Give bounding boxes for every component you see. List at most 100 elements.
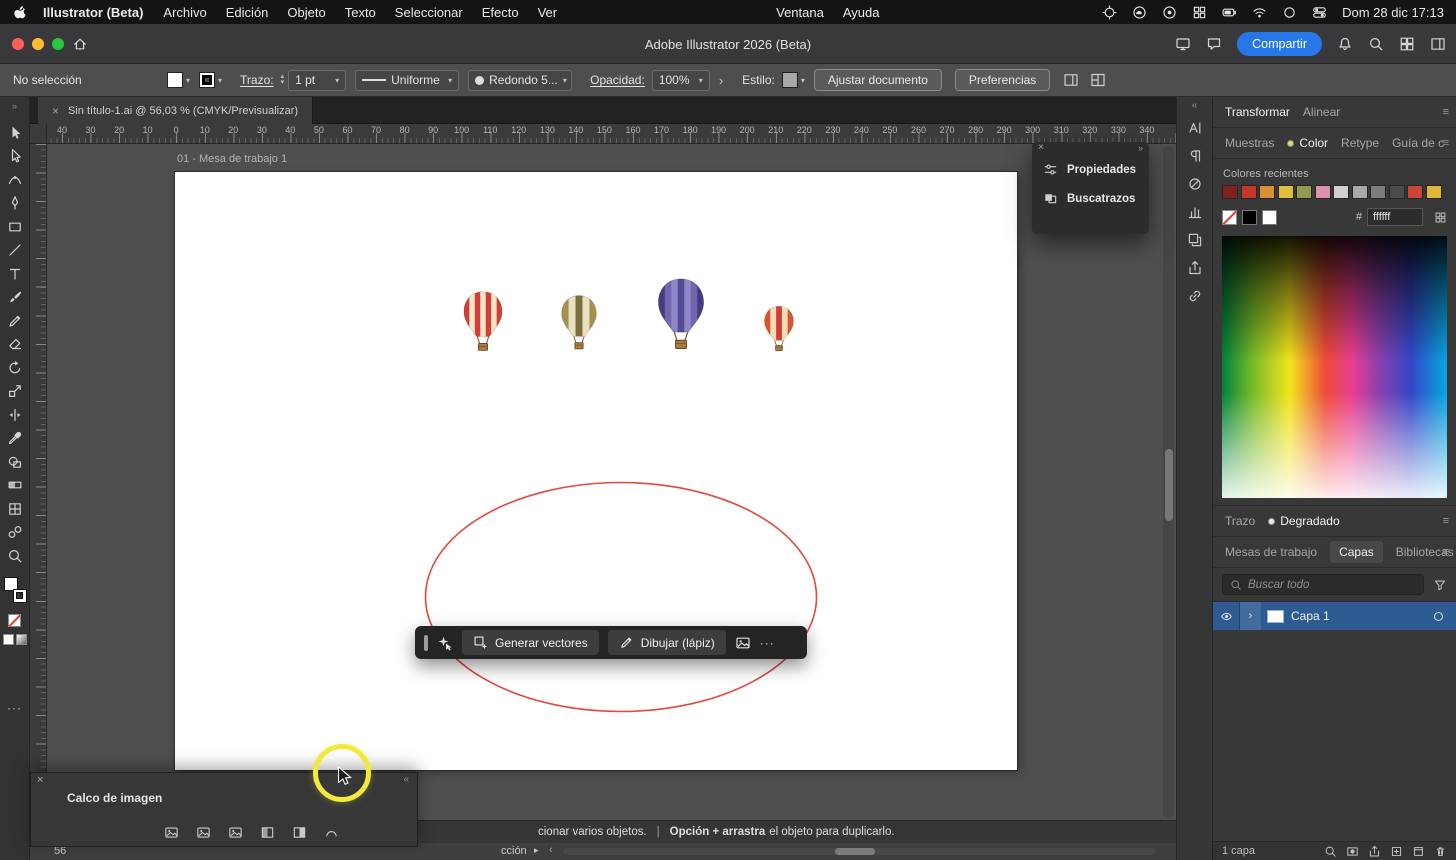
tab-transformar[interactable]: Transformar xyxy=(1225,105,1290,119)
links-panel-icon[interactable] xyxy=(1187,282,1203,310)
width-tool[interactable] xyxy=(2,403,28,427)
tab-alinear[interactable]: Alinear xyxy=(1303,105,1340,119)
color-swatch[interactable] xyxy=(1259,185,1275,199)
comments-icon[interactable] xyxy=(1206,36,1222,52)
artboards-panel-icon[interactable] xyxy=(1187,226,1203,254)
color-spectrum[interactable] xyxy=(1222,236,1447,498)
apple-menu-icon[interactable] xyxy=(12,5,27,20)
tab-degradado[interactable]: Degradado xyxy=(1268,514,1339,528)
asset-export-panel-icon[interactable] xyxy=(1187,254,1203,282)
opacity-options-chevron[interactable]: › xyxy=(719,73,723,88)
appearance-panel-icon[interactable] xyxy=(1187,170,1203,198)
fit-document-button[interactable]: Ajustar documento xyxy=(814,69,942,91)
paintbrush-tool[interactable] xyxy=(2,286,28,310)
color-swatch[interactable] xyxy=(1241,185,1257,199)
horizontal-ruler[interactable]: 4030201001020304050607080901001101201301… xyxy=(30,124,1176,144)
control-center-icon[interactable] xyxy=(1312,5,1327,20)
graphic-style-control[interactable]: ▾ xyxy=(782,72,805,88)
menubar-item-ventana[interactable]: Ventana xyxy=(776,5,824,20)
color-swatch[interactable] xyxy=(1333,185,1349,199)
color-swatch[interactable] xyxy=(1278,185,1294,199)
red-ellipse-path[interactable] xyxy=(424,481,818,713)
stroke-weight-field[interactable]: 1 pt▾ xyxy=(288,70,346,91)
rotate-tool[interactable] xyxy=(2,356,28,380)
home-icon[interactable] xyxy=(72,36,88,52)
device-preview-icon[interactable] xyxy=(1175,36,1191,52)
tab-trazo[interactable]: Trazo xyxy=(1225,514,1255,528)
play-icon[interactable]: ▸ xyxy=(534,845,539,856)
taskbar-more-icon[interactable]: ··· xyxy=(760,636,775,650)
spotlight-icon[interactable] xyxy=(1282,5,1297,20)
fill-stroke-indicator[interactable] xyxy=(3,577,27,603)
pen-tool[interactable] xyxy=(2,192,28,216)
graph-panel-icon[interactable] xyxy=(1187,198,1203,226)
window-zoom-button[interactable] xyxy=(52,38,64,50)
vertical-scroll-thumb[interactable] xyxy=(1165,449,1173,521)
generate-vectors-button[interactable]: Generar vectores xyxy=(462,630,599,655)
horizontal-scrollbar[interactable] xyxy=(563,848,1155,855)
color-swatch[interactable] xyxy=(1222,185,1238,199)
white-swatch[interactable] xyxy=(1262,210,1277,225)
trace-preset-high-color-icon[interactable] xyxy=(191,823,215,842)
close-icon[interactable]: × xyxy=(37,774,43,786)
hot-air-balloon[interactable] xyxy=(557,294,601,354)
rectangle-tool[interactable] xyxy=(2,215,28,239)
window-grid-icon[interactable] xyxy=(1192,5,1207,20)
artboard-label[interactable]: 01 - Mesa de trabajo 1 xyxy=(177,153,287,165)
canvas[interactable]: 01 - Mesa de trabajo 1 Generar vectores … xyxy=(30,144,1176,820)
hot-air-balloon[interactable] xyxy=(761,305,797,355)
window-minimize-button[interactable] xyxy=(32,38,44,50)
color-swatch[interactable] xyxy=(1389,185,1405,199)
opacity-label[interactable]: Opacidad: xyxy=(590,73,645,87)
layer-row[interactable]: ›Capa 1 xyxy=(1213,602,1456,630)
fill-swatch[interactable] xyxy=(167,72,183,88)
make-mask-icon[interactable] xyxy=(1346,845,1359,858)
trace-preset-grayscale-icon[interactable] xyxy=(255,823,279,842)
fill-color-control[interactable]: ▾ xyxy=(167,72,190,88)
style-swatch[interactable] xyxy=(782,72,798,88)
visibility-eye-icon[interactable] xyxy=(1213,602,1240,630)
menubar-item-archivo[interactable]: Archivo xyxy=(163,5,206,20)
menubar-item-efecto[interactable]: Efecto xyxy=(482,5,519,20)
type-tool[interactable] xyxy=(2,262,28,286)
none-swatch[interactable] xyxy=(8,614,21,627)
floating-panel-item-buscatrazos[interactable]: Buscatrazos xyxy=(1032,184,1149,213)
black-swatch[interactable] xyxy=(1242,210,1257,225)
floating-panel-item-propiedades[interactable]: Propiedades xyxy=(1032,155,1149,184)
trace-preset-outline-icon[interactable] xyxy=(319,823,343,842)
panel-menu-icon[interactable]: ≡ xyxy=(1443,515,1449,527)
eyedropper-tool[interactable] xyxy=(2,427,28,451)
close-icon[interactable]: × xyxy=(1038,143,1044,153)
menubar-item-objeto[interactable]: Objeto xyxy=(287,5,325,20)
panel-menu-icon[interactable]: ≡ xyxy=(1443,137,1449,149)
line-segment-tool[interactable] xyxy=(2,239,28,263)
rail-expand-chevrons[interactable]: « xyxy=(1192,97,1198,114)
keyboard-brightness-icon[interactable] xyxy=(1102,5,1117,20)
tab-color[interactable]: Color xyxy=(1287,136,1328,150)
ai-select-icon[interactable] xyxy=(437,635,453,651)
gradient-mode-swatch[interactable] xyxy=(16,634,27,645)
trace-preset-black-white-icon[interactable] xyxy=(287,823,311,842)
shape-builder-tool[interactable] xyxy=(2,450,28,474)
tab-mesas-de-trabajo[interactable]: Mesas de trabajo xyxy=(1225,545,1317,559)
battery-icon[interactable] xyxy=(1222,5,1237,20)
document-tab[interactable]: × Sin título-1.ai @ 56,03 % (CMYK/Previs… xyxy=(38,97,313,124)
panel-menu-icon[interactable]: ≡ xyxy=(1443,546,1449,558)
panel-menu-icon[interactable]: ≡ xyxy=(1443,106,1449,118)
character-panel-icon[interactable] xyxy=(1187,114,1203,142)
locate-object-icon[interactable] xyxy=(1324,845,1337,858)
zoom-tool[interactable] xyxy=(2,544,28,568)
gradient-tool[interactable] xyxy=(2,474,28,498)
window-close-button[interactable] xyxy=(12,38,24,50)
workspace-switcher-icon[interactable] xyxy=(1063,72,1079,88)
pencil-tool[interactable] xyxy=(2,309,28,333)
collect-export-icon[interactable] xyxy=(1368,845,1381,858)
stroke-weight-stepper[interactable]: ▴▾ xyxy=(281,74,285,86)
new-sublayer-icon[interactable] xyxy=(1390,845,1403,858)
stroke-weight-label[interactable]: Trazo: xyxy=(240,73,274,87)
draw-pencil-button[interactable]: Dibujar (lápiz) xyxy=(608,630,726,655)
notifications-icon[interactable] xyxy=(1337,36,1353,52)
blend-tool[interactable] xyxy=(2,521,28,545)
opacity-field[interactable]: 100%▾ xyxy=(652,70,710,91)
panel-layout-icon[interactable] xyxy=(1430,36,1446,52)
